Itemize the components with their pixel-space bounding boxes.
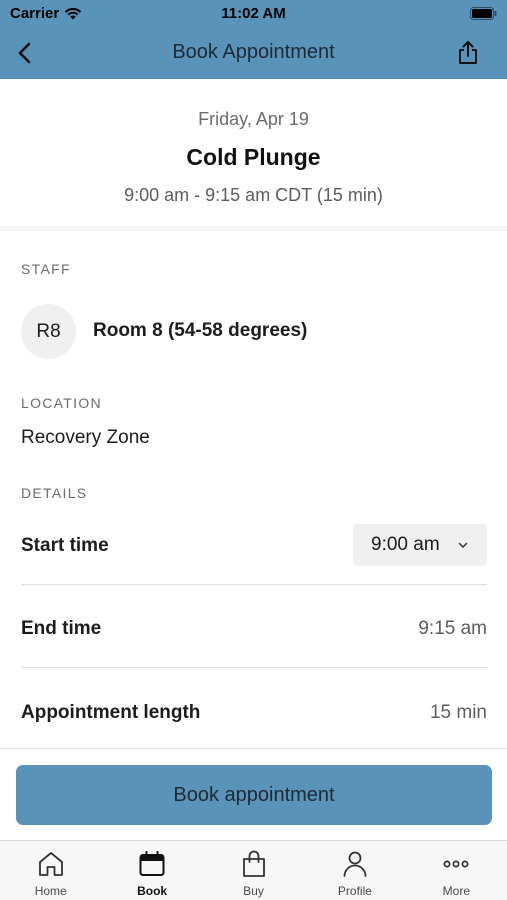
share-icon[interactable]: [455, 39, 481, 67]
location-value: Recovery Zone: [21, 427, 150, 448]
section-separator: [0, 226, 507, 231]
calendar-icon: [139, 851, 165, 876]
end-time-label: End time: [21, 618, 102, 639]
end-time-value: 9:15 am: [418, 618, 487, 639]
appointment-date: Friday, Apr 19: [198, 109, 309, 129]
home-icon: [38, 852, 63, 876]
person-icon: [343, 851, 367, 877]
status-bar: Carrier 11:02 AM: [0, 0, 507, 28]
appointment-summary: Friday, Apr 19 Cold Plunge 9:00 am - 9:1…: [0, 79, 507, 226]
tab-label: Buy: [243, 884, 264, 898]
tab-buy[interactable]: Buy: [203, 841, 304, 900]
clock: 11:02 AM: [221, 5, 286, 22]
appointment-time-range: 9:00 am - 9:15 am CDT (15 min): [124, 185, 383, 205]
staff-initials: R8: [36, 320, 61, 342]
start-time-label: Start time: [21, 535, 109, 556]
tab-label: Book: [137, 884, 168, 898]
tab-label: Home: [34, 884, 67, 898]
service-name: Cold Plunge: [186, 144, 321, 170]
tab-profile[interactable]: Profile: [304, 841, 405, 900]
tab-bar: Home Book Buy Profile More: [0, 840, 507, 900]
tab-book[interactable]: Book: [101, 841, 202, 900]
divider: [21, 584, 487, 585]
more-dots-icon: [443, 860, 469, 868]
tab-home[interactable]: Home: [0, 841, 101, 900]
staff-section-label: STAFF: [21, 261, 71, 277]
tab-label: Profile: [337, 884, 372, 898]
shopping-bag-icon: [242, 850, 265, 877]
battery-icon: [470, 7, 497, 20]
appointment-length-value: 15 min: [429, 702, 487, 723]
location-section-label: LOCATION: [21, 395, 102, 411]
avatar: R8: [21, 304, 76, 359]
appointment-length-label: Appointment length: [21, 702, 201, 723]
start-time-select[interactable]: 9:00 am: [353, 524, 487, 566]
page-title: Book Appointment: [172, 41, 335, 63]
tab-label: More: [442, 884, 470, 898]
navigation-bar: Book Appointment: [0, 28, 507, 79]
tab-more[interactable]: More: [406, 841, 507, 900]
book-appointment-button[interactable]: Book appointment: [16, 765, 492, 825]
chevron-down-icon: [458, 542, 468, 548]
divider: [21, 667, 487, 668]
details-section-label: DETAILS: [21, 485, 88, 501]
start-time-value: 9:00 am: [371, 534, 440, 555]
staff-name: Room 8 (54-58 degrees): [93, 320, 308, 341]
